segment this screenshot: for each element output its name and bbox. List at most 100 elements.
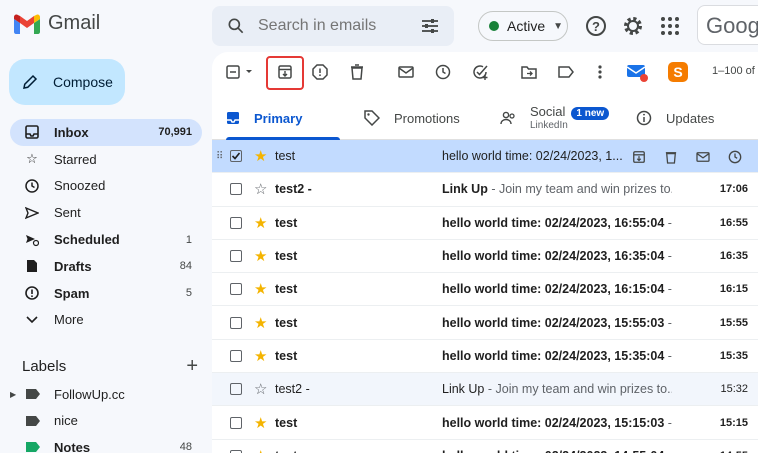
row-checkbox[interactable] xyxy=(230,349,242,362)
sidebar-item-count: 1 xyxy=(185,233,192,246)
table-row[interactable]: ★ test hello world time: 02/24/2023, 16:35… xyxy=(212,239,758,274)
delete-trash-icon[interactable] xyxy=(347,62,367,82)
help-icon[interactable]: ? xyxy=(584,14,608,38)
compose-button[interactable]: Compose xyxy=(9,59,125,105)
sidebar-item-scheduled[interactable]: Scheduled 1 xyxy=(10,226,202,253)
row-checkbox[interactable] xyxy=(230,316,242,329)
archive-icon[interactable] xyxy=(275,62,295,82)
email-time: 16:35 xyxy=(719,250,748,263)
row-checkbox[interactable] xyxy=(230,283,242,296)
table-row[interactable]: ☆ test2 - Link Up - Join my team and win p… xyxy=(212,373,758,407)
tab-promotions[interactable]: Promotions xyxy=(364,96,460,140)
tab-primary[interactable]: Primary xyxy=(226,96,340,140)
row-checkbox[interactable] xyxy=(230,183,242,196)
sidebar-item-more[interactable]: More xyxy=(10,307,202,334)
snooze-clock-icon[interactable] xyxy=(726,148,744,166)
tab-updates[interactable]: Updates xyxy=(636,96,714,140)
draft-icon xyxy=(24,258,40,274)
tab-sublabel: LinkedIn xyxy=(530,119,568,131)
apps-grid-icon[interactable] xyxy=(658,14,682,38)
sidebar-item-count: 5 xyxy=(185,287,192,300)
status-dropdown[interactable]: Active ▼ xyxy=(478,11,568,41)
star-filled-icon[interactable]: ★ xyxy=(254,314,270,332)
google-account-button[interactable]: Googl xyxy=(697,5,758,45)
clock-icon xyxy=(24,178,40,194)
tab-social[interactable]: Social 1 new LinkedIn xyxy=(500,96,610,140)
search-options-icon[interactable] xyxy=(420,16,440,36)
star-filled-icon[interactable]: ★ xyxy=(254,247,270,265)
compose-label: Compose xyxy=(53,74,113,90)
move-to-folder-icon[interactable] xyxy=(519,62,539,82)
row-checkbox[interactable] xyxy=(230,250,242,263)
label-item-notes[interactable]: Notes 48 xyxy=(10,434,202,453)
star-filled-icon[interactable]: ★ xyxy=(254,280,270,298)
gmail-m-icon xyxy=(14,14,40,34)
add-label-icon[interactable]: + xyxy=(186,355,198,378)
extension-mail-icon[interactable] xyxy=(625,60,649,84)
table-row[interactable]: ★ test hello world time: 02/24/2023, 15:55… xyxy=(212,306,758,340)
expand-arrow-icon[interactable]: ▶ xyxy=(10,390,22,399)
row-checkbox[interactable] xyxy=(230,383,242,396)
sidebar-item-label: More xyxy=(54,312,84,328)
star-filled-icon[interactable]: ★ xyxy=(254,347,270,365)
search-icon[interactable] xyxy=(226,16,246,36)
settings-gear-icon[interactable] xyxy=(621,14,645,38)
pagination-text: 1–100 of 9 xyxy=(712,65,758,77)
email-sender: test xyxy=(275,282,298,297)
email-subject: hello world time: 02/24/2023, 15:15:03 - xyxy=(442,416,672,430)
email-sender: test xyxy=(275,249,298,264)
star-outline-icon[interactable]: ☆ xyxy=(254,380,270,398)
sidebar-item-inbox[interactable]: Inbox 70,991 xyxy=(10,119,202,146)
archive-icon[interactable] xyxy=(630,148,648,166)
table-row[interactable]: ⠿ ★ test hello world time: 02/24/2023, 1... xyxy=(212,140,758,174)
email-sender: test xyxy=(275,449,425,453)
chevron-down-icon xyxy=(24,312,40,328)
sidebar-item-snoozed[interactable]: Snoozed xyxy=(10,173,202,200)
email-subject: Link Up - Join my team and win prizes to… xyxy=(442,182,672,196)
mark-as-read-icon[interactable] xyxy=(694,148,712,166)
table-row[interactable]: ★ test hello world time: 02/24/2023, 15:35… xyxy=(212,339,758,374)
star-filled-icon[interactable]: ★ xyxy=(254,414,270,432)
more-vert-icon[interactable] xyxy=(590,62,610,82)
inbox-icon xyxy=(24,124,40,140)
sidebar-item-drafts[interactable]: Drafts 84 xyxy=(10,253,202,280)
table-row[interactable]: ★ test hello world time: 02/24/2023, 16:15… xyxy=(212,273,758,307)
star-outline-icon[interactable]: ☆ xyxy=(254,180,270,198)
sidebar-item-sent[interactable]: Sent xyxy=(10,199,202,226)
row-checkbox[interactable] xyxy=(230,216,242,229)
delete-trash-icon[interactable] xyxy=(662,148,680,166)
table-row[interactable]: ★ test hello world time: 02/24/2023, 15:15… xyxy=(212,406,758,440)
table-row[interactable]: ★ test hello world time: 02/24/2023, 14:55… xyxy=(212,439,758,453)
row-checkbox[interactable] xyxy=(230,150,242,163)
table-row[interactable]: ★ test hello world time: 02/24/2023, 16:55… xyxy=(212,206,758,240)
drag-handle-icon[interactable]: ⠿ xyxy=(216,151,226,162)
add-to-tasks-icon[interactable] xyxy=(470,62,490,82)
star-filled-icon[interactable]: ★ xyxy=(254,147,270,165)
label-count: 48 xyxy=(179,441,192,453)
email-sender: test2 - xyxy=(275,182,312,197)
row-checkbox[interactable] xyxy=(230,416,242,429)
search-bar[interactable] xyxy=(212,6,454,46)
label-tag-icon[interactable] xyxy=(556,62,576,82)
label-item-followup[interactable]: ▶ FollowUp.cc xyxy=(10,381,202,408)
gmail-logo[interactable]: Gmail xyxy=(14,12,100,35)
email-snippet: - xyxy=(664,249,672,264)
star-filled-icon[interactable]: ★ xyxy=(254,214,270,232)
search-input[interactable] xyxy=(258,17,408,35)
label-item-nice[interactable]: nice xyxy=(10,408,202,435)
labels-header: Labels + xyxy=(22,355,198,378)
table-row[interactable]: ☆ test2 - Link Up - Join my team and win p… xyxy=(212,173,758,207)
snooze-clock-icon[interactable] xyxy=(433,62,453,82)
sidebar-item-spam[interactable]: Spam 5 xyxy=(10,280,202,307)
tab-label: Promotions xyxy=(394,110,460,126)
sidebar-item-starred[interactable]: ☆ Starred xyxy=(10,146,202,173)
email-subject-text: hello world time: 02/24/2023, 16:35:04 xyxy=(442,249,665,264)
email-snippet: - I xyxy=(667,282,672,297)
email-snippet: - xyxy=(664,415,672,430)
report-spam-icon[interactable] xyxy=(310,62,330,82)
extension-s-icon[interactable]: S xyxy=(667,61,689,83)
info-icon xyxy=(636,110,652,126)
mark-as-read-icon[interactable] xyxy=(396,62,416,82)
select-all-checkbox[interactable] xyxy=(226,62,256,82)
star-filled-icon[interactable]: ★ xyxy=(254,447,270,453)
